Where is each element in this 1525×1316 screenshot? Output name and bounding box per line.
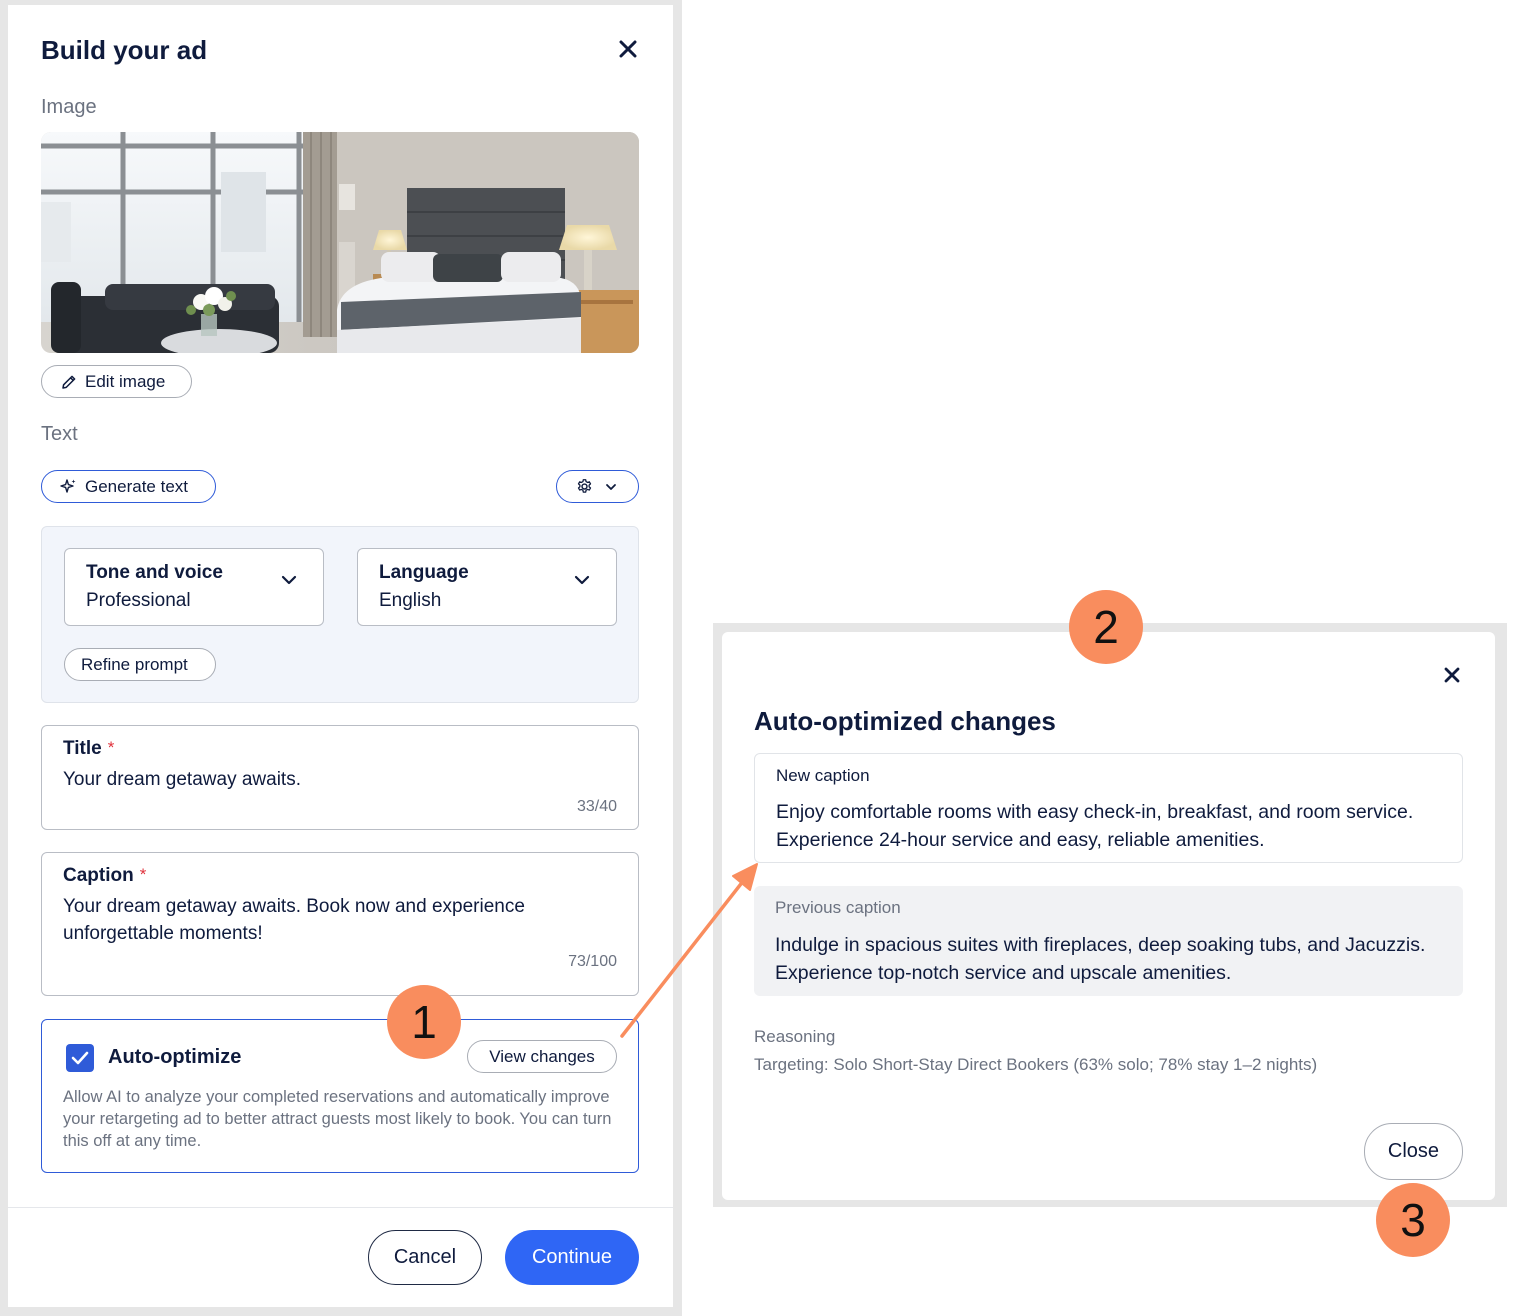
chevron-down-icon <box>281 575 297 585</box>
cancel-label: Cancel <box>393 1246 457 1268</box>
text-section-label: Text <box>41 423 78 445</box>
caption-field-label: Caption * <box>63 865 146 887</box>
generate-text-button[interactable]: Generate text <box>41 470 216 503</box>
previous-caption-card: Previous caption Indulge in spacious sui… <box>754 886 1463 996</box>
close-icon <box>619 40 637 58</box>
language-select[interactable]: Language English <box>357 548 617 626</box>
chevron-down-icon <box>574 575 590 585</box>
title-char-count: 33/40 <box>576 798 617 815</box>
caption-label-text: Caption <box>63 865 134 886</box>
close-icon <box>1444 667 1460 683</box>
new-caption-label: New caption <box>776 766 870 785</box>
auto-optimized-changes-modal: Auto-optimized changes New caption Enjoy… <box>722 632 1495 1200</box>
close-modal-button[interactable] <box>1438 661 1466 689</box>
caption-char-count: 73/100 <box>568 953 617 970</box>
reasoning-label: Reasoning <box>754 1027 836 1046</box>
step-badge-3: 3 <box>1376 1183 1450 1257</box>
new-caption-card: New caption Enjoy comfortable rooms with… <box>754 753 1463 863</box>
view-changes-label: View changes <box>489 1046 595 1066</box>
hotel-room-image <box>41 132 639 353</box>
edit-image-button[interactable]: Edit image <box>41 365 192 398</box>
auto-optimize-label: Auto-optimize <box>108 1046 242 1068</box>
refine-prompt-button[interactable]: Refine prompt <box>64 648 216 681</box>
step-badge-2: 2 <box>1069 590 1143 664</box>
title-field-label: Title * <box>63 738 114 760</box>
title-input[interactable]: Your dream getaway awaits. <box>63 766 617 793</box>
ad-image <box>41 132 639 353</box>
image-section-label: Image <box>41 96 97 118</box>
edit-image-label: Edit image <box>85 371 166 391</box>
continue-label: Continue <box>531 1246 613 1268</box>
close-dialog-button[interactable] <box>614 35 642 63</box>
reasoning-text: Targeting: Solo Short-Stay Direct Booker… <box>754 1055 1318 1074</box>
tone-label: Tone and voice <box>86 562 223 583</box>
checkmark-icon <box>71 1051 89 1065</box>
right-modal-frame: Auto-optimized changes New caption Enjoy… <box>713 623 1507 1207</box>
auto-optimize-description: Allow AI to analyze your completed reser… <box>63 1088 612 1150</box>
auto-optimize-checkbox[interactable] <box>66 1044 94 1072</box>
previous-caption-text: Indulge in spacious suites with fireplac… <box>775 934 1426 984</box>
language-label: Language <box>379 562 469 583</box>
required-indicator: * <box>139 865 147 884</box>
generation-options-panel: Tone and voice Professional Language Eng… <box>41 526 639 703</box>
cancel-button[interactable]: Cancel <box>368 1230 482 1285</box>
auto-optimize-panel: Auto-optimize View changes Allow AI to a… <box>41 1019 639 1173</box>
caption-input[interactable]: Your dream getaway awaits. Book now and … <box>63 893 617 947</box>
title-field[interactable]: Title * Your dream getaway awaits. 33/40 <box>41 725 639 830</box>
build-ad-dialog: Build your ad Image Edit image Text Gene… <box>8 5 673 1307</box>
dialog-title: Build your ad <box>41 35 208 65</box>
previous-caption-label: Previous caption <box>775 898 901 917</box>
language-value: English <box>379 590 442 611</box>
required-indicator: * <box>107 738 115 757</box>
view-changes-button[interactable]: View changes <box>467 1040 617 1073</box>
chevron-down-icon <box>606 483 616 490</box>
tone-and-voice-select[interactable]: Tone and voice Professional <box>64 548 324 626</box>
gear-icon <box>577 479 592 493</box>
refine-prompt-label: Refine prompt <box>81 654 188 674</box>
generate-text-label: Generate text <box>85 476 189 496</box>
continue-button[interactable]: Continue <box>505 1230 639 1285</box>
left-panel-frame: Build your ad Image Edit image Text Gene… <box>0 0 682 1316</box>
tone-value: Professional <box>86 590 191 611</box>
modal-title: Auto-optimized changes <box>754 706 1056 736</box>
caption-field[interactable]: Caption * Your dream getaway awaits. Book… <box>41 852 639 996</box>
pencil-icon <box>62 375 76 389</box>
sparkle-icon <box>60 479 76 493</box>
step-badge-1: 1 <box>387 985 461 1059</box>
new-caption-text: Enjoy comfortable rooms with easy check-… <box>776 801 1414 851</box>
text-settings-dropdown[interactable] <box>556 470 639 503</box>
title-label-text: Title <box>63 738 102 759</box>
footer-divider <box>8 1207 673 1208</box>
close-button[interactable]: Close <box>1364 1123 1463 1180</box>
close-label: Close <box>1387 1140 1440 1162</box>
